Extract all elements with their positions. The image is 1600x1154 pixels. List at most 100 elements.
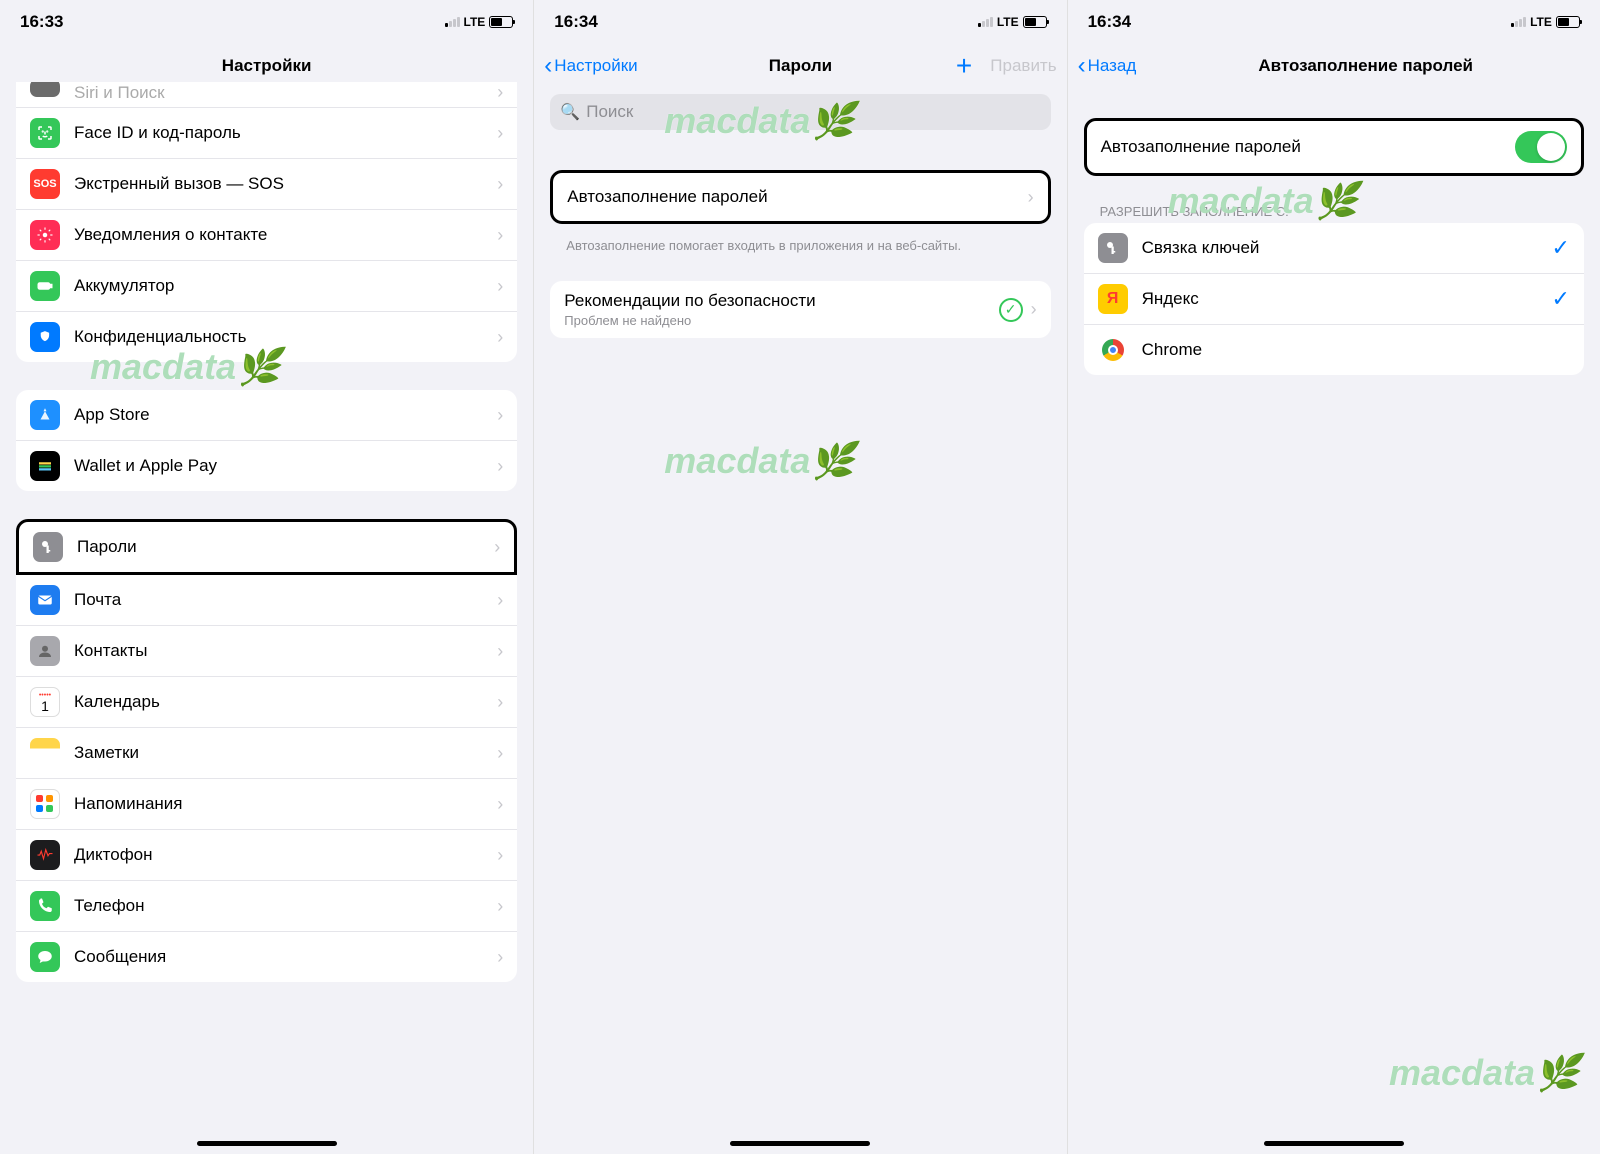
- providers-group: Связка ключей ✓ Я Яндекс ✓ Chrome: [1084, 223, 1584, 375]
- row-voice[interactable]: Диктофон ›: [16, 830, 517, 881]
- security-group: Рекомендации по безопасности Проблем не …: [550, 281, 1050, 338]
- phone-icon: [30, 891, 60, 921]
- row-provider-chrome[interactable]: Chrome: [1084, 325, 1584, 375]
- row-security-recommendations[interactable]: Рекомендации по безопасности Проблем не …: [550, 281, 1050, 338]
- status-time: 16:34: [1088, 12, 1131, 32]
- status-indicators: LTE: [445, 15, 514, 29]
- autofill-toggle[interactable]: [1515, 131, 1567, 163]
- row-label: Сообщения: [74, 947, 497, 967]
- wallet-icon: [30, 451, 60, 481]
- row-label: Автозаполнение паролей: [567, 187, 1027, 207]
- exposure-icon: [30, 220, 60, 250]
- row-label: Диктофон: [74, 845, 497, 865]
- yandex-icon: Я: [1098, 284, 1128, 314]
- screen-autofill: 16:34 LTE ‹Назад Автозаполнение паролей …: [1067, 0, 1600, 1154]
- chevron-right-icon: ›: [497, 743, 503, 764]
- messages-icon: [30, 942, 60, 972]
- row-reminders[interactable]: Напоминания ›: [16, 779, 517, 830]
- row-label: Пароли: [77, 537, 494, 557]
- row-calendar[interactable]: •••••1 Календарь ›: [16, 677, 517, 728]
- appstore-icon: [30, 400, 60, 430]
- row-label: Заметки: [74, 743, 497, 763]
- chevron-right-icon: ›: [497, 405, 503, 426]
- row-label: Телефон: [74, 896, 497, 916]
- status-indicators: LTE: [1511, 15, 1580, 29]
- settings-group-general: Siri и Поиск › Face ID и код-пароль › SO…: [16, 82, 517, 362]
- search-field[interactable]: 🔍 Поиск: [550, 94, 1050, 130]
- chevron-right-icon: ›: [497, 947, 503, 968]
- nav-title: Автозаполнение паролей: [1258, 56, 1473, 76]
- row-passwords[interactable]: Пароли ›: [19, 522, 514, 572]
- chevron-right-icon: ›: [497, 692, 503, 713]
- row-label: Siri и Поиск: [74, 83, 497, 103]
- row-notes[interactable]: Заметки ›: [16, 728, 517, 779]
- reminders-icon: [30, 789, 60, 819]
- home-indicator[interactable]: [197, 1141, 337, 1146]
- row-battery[interactable]: Аккумулятор ›: [16, 261, 517, 312]
- home-indicator[interactable]: [1264, 1141, 1404, 1146]
- row-phone[interactable]: Телефон ›: [16, 881, 517, 932]
- row-siri[interactable]: Siri и Поиск ›: [16, 82, 517, 108]
- home-indicator[interactable]: [730, 1141, 870, 1146]
- screen-passwords: 16:34 LTE ‹Настройки Пароли + Править 🔍 …: [533, 0, 1066, 1154]
- signal-icon: [978, 17, 993, 27]
- settings-group-apps: Почта › Контакты › •••••1 Календарь › За…: [16, 575, 517, 982]
- add-button[interactable]: +: [956, 50, 972, 82]
- screen-settings: 16:33 LTE Настройки Siri и Поиск › Face …: [0, 0, 533, 1154]
- key-icon: [33, 532, 63, 562]
- row-provider-keychain[interactable]: Связка ключей ✓: [1084, 223, 1584, 274]
- autofill-group: Автозаполнение паролей ›: [550, 170, 1050, 224]
- row-label: Уведомления о контакте: [74, 225, 497, 245]
- status-bar: 16:34 LTE: [534, 0, 1066, 44]
- row-label: Почта: [74, 590, 497, 610]
- row-label: Экстренный вызов — SOS: [74, 174, 497, 194]
- row-faceid[interactable]: Face ID и код-пароль ›: [16, 108, 517, 159]
- row-contacts[interactable]: Контакты ›: [16, 626, 517, 677]
- row-messages[interactable]: Сообщения ›: [16, 932, 517, 982]
- status-indicators: LTE: [978, 15, 1047, 29]
- voice-icon: [30, 840, 60, 870]
- row-appstore[interactable]: App Store ›: [16, 390, 517, 441]
- settings-group-store: App Store › Wallet и Apple Pay ›: [16, 390, 517, 491]
- mail-icon: [30, 585, 60, 615]
- chevron-left-icon: ‹: [544, 52, 552, 80]
- row-exposure[interactable]: Уведомления о контакте ›: [16, 210, 517, 261]
- nav-back-button[interactable]: ‹Настройки: [544, 52, 637, 80]
- chevron-left-icon: ‹: [1078, 52, 1086, 80]
- key-icon: [1098, 233, 1128, 263]
- row-sos[interactable]: SOS Экстренный вызов — SOS ›: [16, 159, 517, 210]
- row-provider-yandex[interactable]: Я Яндекс ✓: [1084, 274, 1584, 325]
- battery-icon: [489, 16, 513, 28]
- signal-icon: [1511, 17, 1526, 27]
- battery-setting-icon: [30, 271, 60, 301]
- checkmark-icon: ✓: [1551, 286, 1569, 312]
- chrome-icon: [1098, 335, 1128, 365]
- contacts-icon: [30, 636, 60, 666]
- row-label: Календарь: [74, 692, 497, 712]
- battery-icon: [1023, 16, 1047, 28]
- chevron-right-icon: ›: [497, 276, 503, 297]
- row-wallet[interactable]: Wallet и Apple Pay ›: [16, 441, 517, 491]
- nav-title: Настройки: [222, 56, 312, 76]
- row-label: Яндекс: [1142, 289, 1552, 309]
- chevron-right-icon: ›: [497, 225, 503, 246]
- row-label: Напоминания: [74, 794, 497, 814]
- watermark: macdata🌿: [1389, 1052, 1580, 1094]
- nav-back-button[interactable]: ‹Назад: [1078, 52, 1137, 80]
- row-label: Chrome: [1142, 340, 1570, 360]
- chevron-right-icon: ›: [497, 174, 503, 195]
- row-label: App Store: [74, 405, 497, 425]
- status-time: 16:33: [20, 12, 63, 32]
- battery-icon: [1556, 16, 1580, 28]
- nav-back-label: Настройки: [554, 56, 637, 76]
- chevron-right-icon: ›: [494, 537, 500, 558]
- row-autofill-toggle[interactable]: Автозаполнение паролей: [1087, 121, 1581, 173]
- autofill-footer: Автозаполнение помогает входить в прилож…: [550, 232, 1050, 253]
- siri-icon: [30, 82, 60, 97]
- row-label: Связка ключей: [1142, 238, 1552, 258]
- row-autofill[interactable]: Автозаполнение паролей ›: [553, 173, 1047, 221]
- row-privacy[interactable]: Конфиденциальность ›: [16, 312, 517, 362]
- row-mail[interactable]: Почта ›: [16, 575, 517, 626]
- status-bar: 16:34 LTE: [1068, 0, 1600, 44]
- network-label: LTE: [997, 15, 1019, 29]
